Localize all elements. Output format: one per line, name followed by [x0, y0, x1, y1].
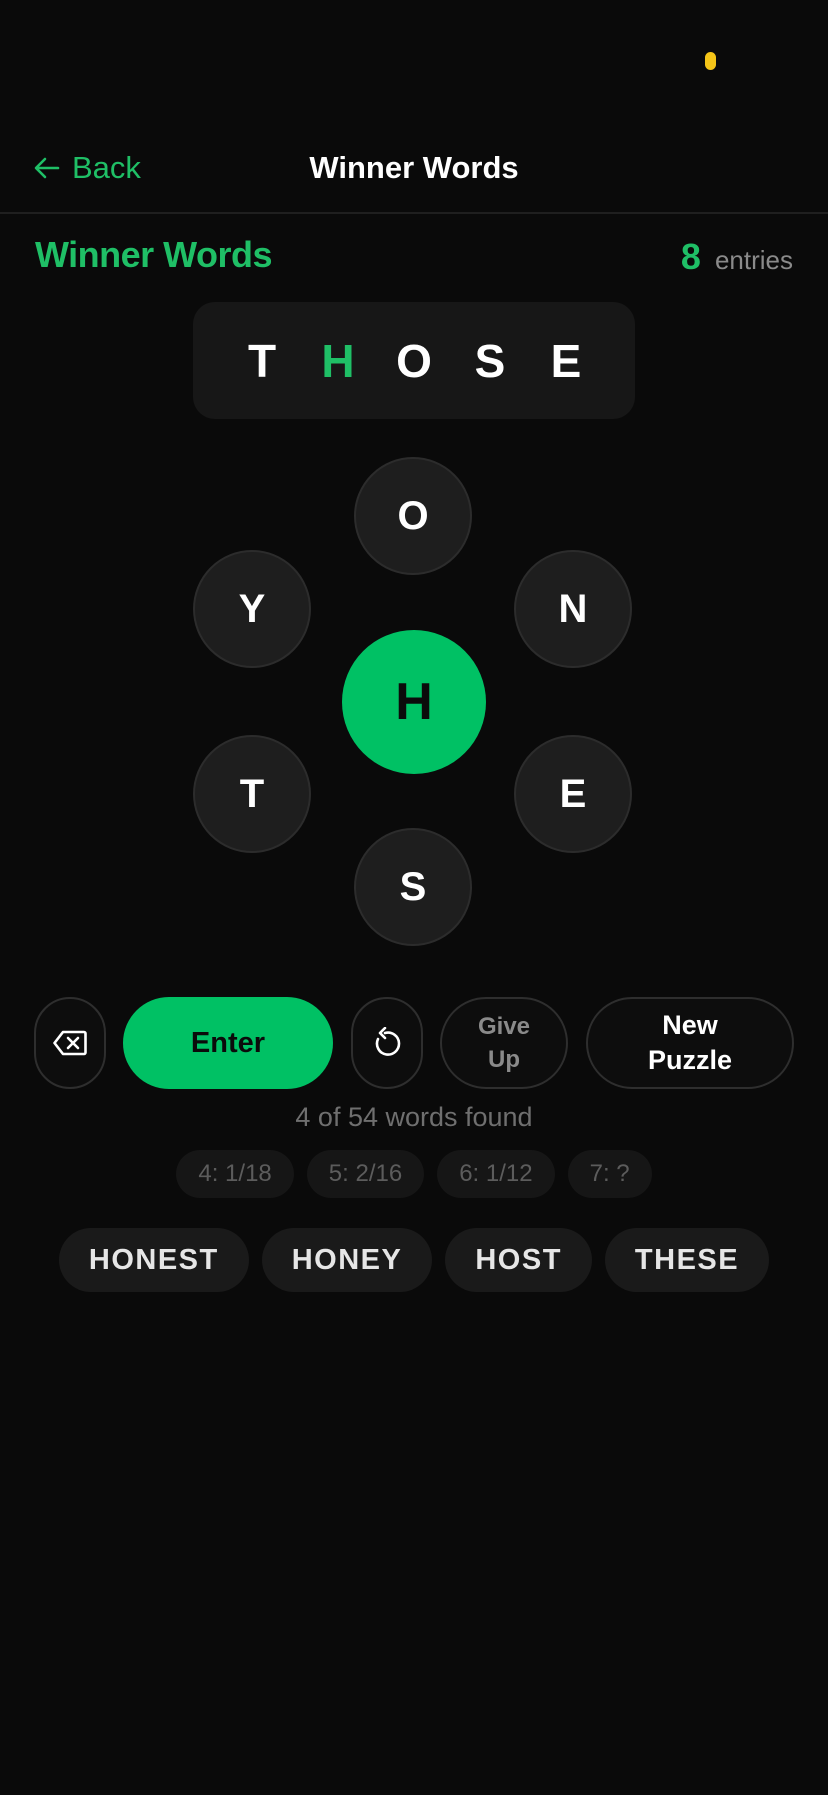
word-letter: E	[550, 334, 582, 387]
entries-counter: 8 entries	[681, 236, 793, 278]
found-word-chip: HOST	[445, 1228, 592, 1292]
rotate-icon	[375, 1027, 401, 1056]
found-word-chip: HONEY	[261, 1228, 433, 1292]
hive-cell-lower-left[interactable]: T	[193, 735, 311, 853]
hive-cell-center[interactable]: H	[342, 630, 486, 774]
length-count-chip: 7: ?	[567, 1150, 652, 1198]
length-count-chip: 6: 1/12	[437, 1150, 555, 1198]
give-up-label: Give Up	[477, 1013, 531, 1073]
hive-cell-upper-right[interactable]: N	[514, 550, 632, 668]
nav-divider	[0, 212, 828, 214]
progress-text: 4 of 54 words found	[295, 1102, 533, 1132]
found-word-chip: THESE	[604, 1228, 770, 1292]
give-up-button[interactable]: Give Up	[440, 997, 568, 1089]
hive-cell-lower-right[interactable]: E	[514, 735, 632, 853]
word-letter-center: H	[321, 334, 355, 387]
enter-button[interactable]: Enter	[123, 997, 333, 1089]
length-count-chip: 5: 2/16	[306, 1150, 425, 1198]
shuffle-button[interactable]	[351, 997, 423, 1089]
hive-cell-upper-left[interactable]: Y	[193, 550, 311, 668]
nav-title: Winner Words	[309, 150, 519, 185]
delete-button[interactable]	[34, 997, 106, 1089]
navigation-bar: Back Winner Words	[0, 130, 828, 210]
current-word-display: T H O S E	[193, 302, 635, 419]
status-indicator	[705, 52, 716, 70]
length-count-chip: 4: 1/18	[176, 1150, 294, 1198]
new-puzzle-label: New Puzzle	[647, 1010, 733, 1075]
found-words-list: HONEST HONEY HOST THESE	[0, 1228, 828, 1292]
found-word-chip: HONEST	[58, 1228, 249, 1292]
new-puzzle-button[interactable]: New Puzzle	[586, 997, 794, 1089]
length-counts: 4: 1/18 5: 2/16 6: 1/12 7: ?	[0, 1150, 828, 1198]
hive-cell-top[interactable]: O	[354, 457, 472, 575]
word-letter: S	[474, 334, 506, 387]
entries-label: entries	[714, 245, 793, 275]
entries-count: 8	[680, 236, 701, 277]
hive-cell-bottom[interactable]: S	[354, 828, 472, 946]
game-title: Winner Words	[35, 234, 273, 275]
word-letter: O	[396, 334, 432, 387]
backspace-icon	[53, 1030, 87, 1056]
word-letter: T	[247, 334, 277, 387]
